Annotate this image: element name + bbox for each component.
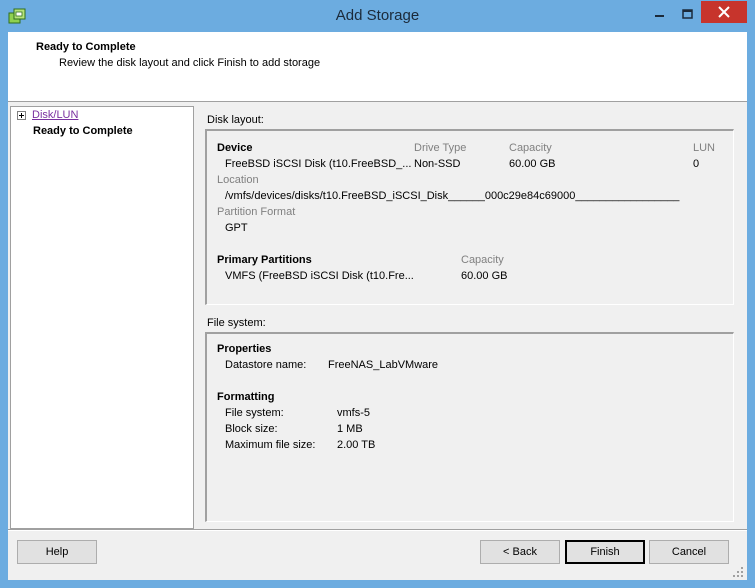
- partition-format-value: GPT: [225, 222, 248, 234]
- title-bar[interactable]: Add Storage: [0, 0, 755, 32]
- fs-value: vmfs-5: [337, 407, 370, 419]
- minimize-icon[interactable]: [646, 4, 672, 24]
- block-size-label: Block size:: [225, 423, 278, 435]
- location-label: Location: [217, 174, 259, 186]
- device-header: Device: [217, 142, 253, 154]
- primary-partitions-header: Primary Partitions: [217, 254, 312, 266]
- finish-button[interactable]: Finish: [565, 540, 645, 564]
- close-icon[interactable]: [701, 1, 747, 23]
- datastore-name-label: Datastore name:: [225, 359, 307, 371]
- page-subtitle: Review the disk layout and click Finish …: [59, 57, 321, 69]
- drive-type-header: Drive Type: [414, 142, 467, 154]
- fs-label: File system:: [225, 407, 284, 419]
- wizard-header: Ready to Complete Review the disk layout…: [8, 32, 747, 102]
- help-button[interactable]: Help: [17, 540, 97, 564]
- page-title: Ready to Complete: [36, 41, 136, 53]
- capacity-header: Capacity: [509, 142, 552, 154]
- footer-divider: [8, 529, 747, 531]
- formatting-header: Formatting: [217, 391, 275, 403]
- cancel-button[interactable]: Cancel: [649, 540, 729, 564]
- wizard-steps-panel: Disk/LUN Ready to Complete: [10, 106, 194, 529]
- expand-icon[interactable]: [17, 111, 26, 120]
- partition-capacity-header: Capacity: [461, 254, 504, 266]
- file-system-panel: Properties Datastore name: FreeNAS_LabVM…: [205, 332, 734, 522]
- partition-capacity-value: 60.00 GB: [461, 270, 508, 282]
- window-title: Add Storage: [335, 7, 420, 24]
- properties-header: Properties: [217, 343, 272, 355]
- file-system-label: File system:: [207, 317, 266, 329]
- block-size-value: 1 MB: [337, 423, 363, 435]
- device-value: FreeBSD iSCSI Disk (t10.FreeBSD_...: [225, 158, 412, 170]
- maximize-icon[interactable]: [674, 4, 700, 24]
- nav-step-disk-lun[interactable]: Disk/LUN: [32, 109, 78, 121]
- partition-value: VMFS (FreeBSD iSCSI Disk (t10.Fre...: [225, 270, 414, 282]
- summary-content: Disk layout: Device Drive Type Capacity …: [195, 106, 747, 529]
- disk-layout-panel: Device Drive Type Capacity LUN FreeBSD i…: [205, 129, 734, 305]
- resize-grip-icon[interactable]: [732, 566, 744, 578]
- dialog-client-area: Ready to Complete Review the disk layout…: [8, 32, 747, 580]
- drive-type-value: Non-SSD: [414, 158, 461, 170]
- capacity-value: 60.00 GB: [509, 158, 556, 170]
- back-button[interactable]: < Back: [480, 540, 560, 564]
- add-storage-window: Add Storage Ready to Complete Review the…: [0, 0, 755, 588]
- datastore-name-value: FreeNAS_LabVMware: [328, 359, 439, 371]
- max-file-size-label: Maximum file size:: [225, 439, 316, 451]
- lun-header: LUN: [693, 142, 716, 154]
- nav-step-ready-to-complete: Ready to Complete: [33, 125, 133, 137]
- location-value: /vmfs/devices/disks/t10.FreeBSD_iSCSI_Di…: [225, 190, 680, 202]
- max-file-size-value: 2.00 TB: [337, 439, 376, 451]
- disk-layout-label: Disk layout:: [207, 114, 264, 126]
- lun-value: 0: [693, 158, 700, 170]
- partition-format-label: Partition Format: [217, 206, 296, 218]
